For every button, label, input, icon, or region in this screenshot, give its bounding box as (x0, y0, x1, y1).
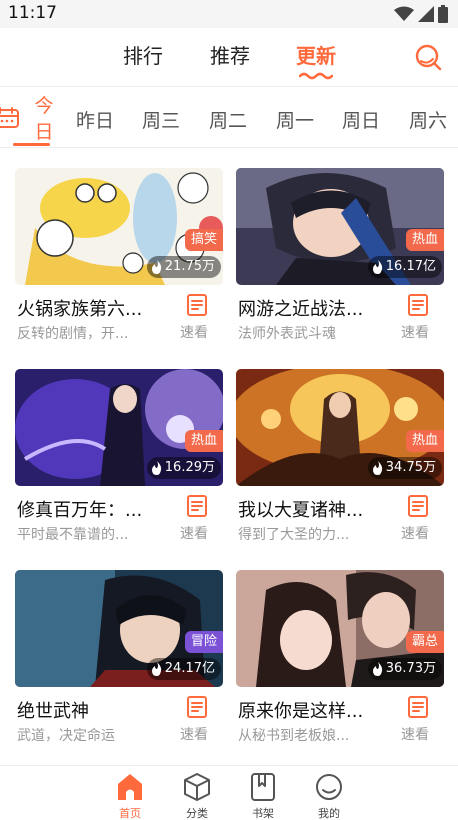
quick-read-icon (187, 495, 207, 517)
quick-read-label: 速看 (180, 526, 208, 542)
day-tab-sunday[interactable]: 周日 (342, 106, 380, 133)
day-tab-saturday[interactable]: 周六 (409, 106, 447, 133)
quick-read-button[interactable]: 速看 (401, 495, 435, 545)
comic-card[interactable]: 冒险 24.17亿 绝世武神 武道，决定命运 速看 (15, 570, 223, 750)
status-icons (394, 5, 448, 23)
quick-read-button[interactable]: 速看 (180, 294, 214, 344)
heat-count: 24.17亿 (164, 661, 215, 676)
flame-icon (151, 260, 161, 274)
quick-read-icon (187, 294, 207, 316)
flame-icon (372, 260, 382, 274)
day-tab-today-char2: 日 (34, 121, 54, 143)
active-day-underline (13, 143, 50, 146)
heat-count: 36.73万 (385, 661, 436, 676)
flame-icon (151, 662, 161, 676)
comic-description: 武道，决定命运 (17, 728, 115, 744)
comic-card[interactable]: 热血 34.75万 我以大夏诸神... 得到了大圣的力... 速看 (236, 369, 444, 549)
bottom-nav: 首页 分类 书架 我的 (0, 765, 458, 820)
day-tab-monday[interactable]: 周一 (276, 106, 314, 133)
heat-count: 21.75万 (164, 259, 215, 274)
status-bar: 11:17 (0, 0, 458, 28)
heat-count: 34.75万 (385, 460, 436, 475)
top-nav: 排行 推荐 更新 (0, 28, 458, 86)
comic-description: 从秘书到老板娘... (238, 728, 350, 744)
quick-read-label: 速看 (401, 727, 429, 743)
tab-ranking[interactable]: 排行 (123, 40, 163, 69)
quick-read-label: 速看 (401, 325, 429, 341)
comic-title[interactable]: 我以大夏诸神... (238, 496, 388, 522)
quick-read-label: 速看 (180, 727, 208, 743)
quick-read-icon (187, 696, 207, 718)
bottom-nav-bookshelf[interactable]: 书架 (243, 772, 283, 820)
home-icon (118, 774, 142, 800)
battery-icon (438, 5, 448, 23)
tab-updates-label: 更新 (296, 44, 336, 68)
comic-description: 平时最不靠谱的... (17, 527, 129, 543)
heat-badge: 34.75万 (367, 457, 442, 479)
comic-description: 得到了大圣的力... (238, 527, 350, 543)
category-cube-icon (184, 773, 210, 801)
flame-icon (151, 461, 161, 475)
calendar-icon[interactable] (0, 107, 20, 129)
bottom-nav-home-label: 首页 (119, 807, 141, 820)
heat-badge: 16.17亿 (367, 256, 442, 278)
quick-read-label: 速看 (180, 325, 208, 341)
active-tab-wave-indicator (299, 72, 333, 80)
quick-read-icon (408, 696, 428, 718)
comic-card[interactable]: 搞笑 21.75万 火锅家族第六... 反转的剧情，开... 速看 (15, 168, 223, 348)
quick-read-icon (408, 495, 428, 517)
comic-title[interactable]: 绝世武神 (17, 697, 167, 723)
genre-tag: 搞笑 (184, 229, 223, 251)
genre-tag: 冒险 (184, 631, 223, 653)
flame-icon (372, 662, 382, 676)
comic-description: 法师外表武斗魂 (238, 326, 336, 342)
comic-title[interactable]: 火锅家族第六... (17, 295, 167, 321)
genre-tag: 热血 (405, 430, 444, 452)
comic-description: 反转的剧情，开... (17, 326, 129, 342)
bottom-nav-profile-label: 我的 (318, 807, 340, 820)
search-icon[interactable] (414, 43, 442, 71)
bottom-nav-category[interactable]: 分类 (177, 772, 217, 820)
comic-title[interactable]: 原来你是这样... (238, 697, 388, 723)
comic-card[interactable]: 霸总 36.73万 原来你是这样... 从秘书到老板娘... 速看 (236, 570, 444, 750)
genre-tag: 霸总 (405, 631, 444, 653)
heat-badge: 36.73万 (367, 658, 442, 680)
signal-icon (418, 6, 434, 22)
heat-count: 16.29万 (164, 460, 215, 475)
heat-count: 16.17亿 (385, 259, 436, 274)
quick-read-button[interactable]: 速看 (401, 696, 435, 746)
comic-title[interactable]: 网游之近战法... (238, 295, 388, 321)
status-time: 11:17 (8, 3, 57, 23)
bottom-nav-profile[interactable]: 我的 (309, 772, 349, 820)
heat-badge: 16.29万 (146, 457, 221, 479)
tab-updates[interactable]: 更新 (296, 40, 336, 80)
flame-icon (372, 461, 382, 475)
day-tab-yesterday[interactable]: 昨日 (76, 106, 114, 133)
comic-card[interactable]: 热血 16.29万 修真百万年：... 平时最不靠谱的... 速看 (15, 369, 223, 549)
tab-recommend[interactable]: 推荐 (210, 40, 250, 69)
wifi-icon (394, 6, 414, 21)
day-tab-bar: 今 日 昨日 周三 周二 周一 周日 周六 (0, 86, 458, 148)
day-tab-today[interactable]: 今 日 (32, 93, 56, 145)
bottom-nav-home[interactable]: 首页 (110, 772, 150, 820)
comic-card[interactable]: 热血 16.17亿 网游之近战法... 法师外表武斗魂 速看 (236, 168, 444, 348)
day-tab-today-char1: 今 (34, 95, 54, 117)
day-tab-wednesday[interactable]: 周三 (142, 106, 180, 133)
bottom-nav-category-label: 分类 (186, 807, 208, 820)
genre-tag: 热血 (405, 229, 444, 251)
day-tab-tuesday[interactable]: 周二 (209, 106, 247, 133)
quick-read-icon (408, 294, 428, 316)
quick-read-button[interactable]: 速看 (180, 696, 214, 746)
heat-badge: 21.75万 (146, 256, 221, 278)
comic-title[interactable]: 修真百万年：... (17, 496, 167, 522)
quick-read-button[interactable]: 速看 (180, 495, 214, 545)
heat-badge: 24.17亿 (146, 658, 221, 680)
genre-tag: 热血 (184, 430, 223, 452)
profile-smile-icon (316, 774, 342, 800)
quick-read-label: 速看 (401, 526, 429, 542)
quick-read-button[interactable]: 速看 (401, 294, 435, 344)
bottom-nav-bookshelf-label: 书架 (252, 807, 274, 820)
bookshelf-icon (251, 773, 275, 801)
